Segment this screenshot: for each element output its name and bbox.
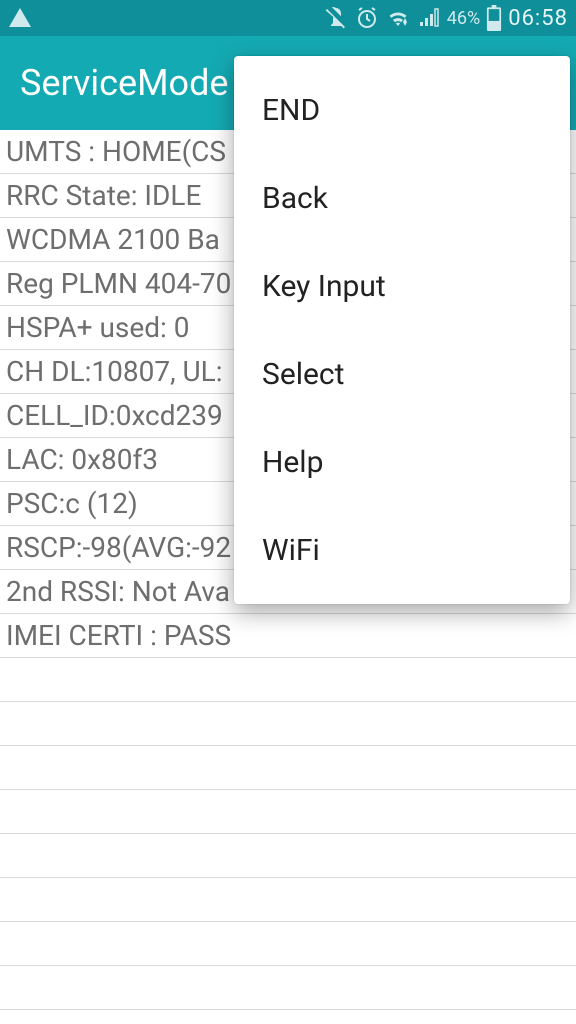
list-item [0, 790, 576, 834]
battery-icon [486, 5, 502, 31]
list-item[interactable]: IMEI CERTI : PASS [0, 614, 576, 658]
menu-item-help[interactable]: Help [234, 418, 570, 506]
warning-icon [8, 6, 32, 30]
menu-item-select[interactable]: Select [234, 330, 570, 418]
list-item [0, 702, 576, 746]
menu-item-end[interactable]: END [234, 66, 570, 154]
list-item [0, 966, 576, 1010]
list-item [0, 878, 576, 922]
alarm-icon [355, 6, 379, 30]
status-bar: 46% 06:58 [0, 0, 576, 36]
overflow-menu: END Back Key Input Select Help WiFi [234, 56, 570, 604]
list-item [0, 834, 576, 878]
list-item [0, 746, 576, 790]
page-title: ServiceMode [20, 62, 228, 104]
battery-percent: 46% [447, 8, 480, 29]
menu-item-back[interactable]: Back [234, 154, 570, 242]
menu-item-key-input[interactable]: Key Input [234, 242, 570, 330]
wifi-icon [385, 6, 411, 30]
vibrate-mute-icon [323, 6, 349, 30]
signal-icon [417, 6, 441, 30]
list-item [0, 658, 576, 702]
list-item [0, 922, 576, 966]
menu-item-wifi[interactable]: WiFi [234, 506, 570, 594]
clock: 06:58 [508, 6, 568, 31]
